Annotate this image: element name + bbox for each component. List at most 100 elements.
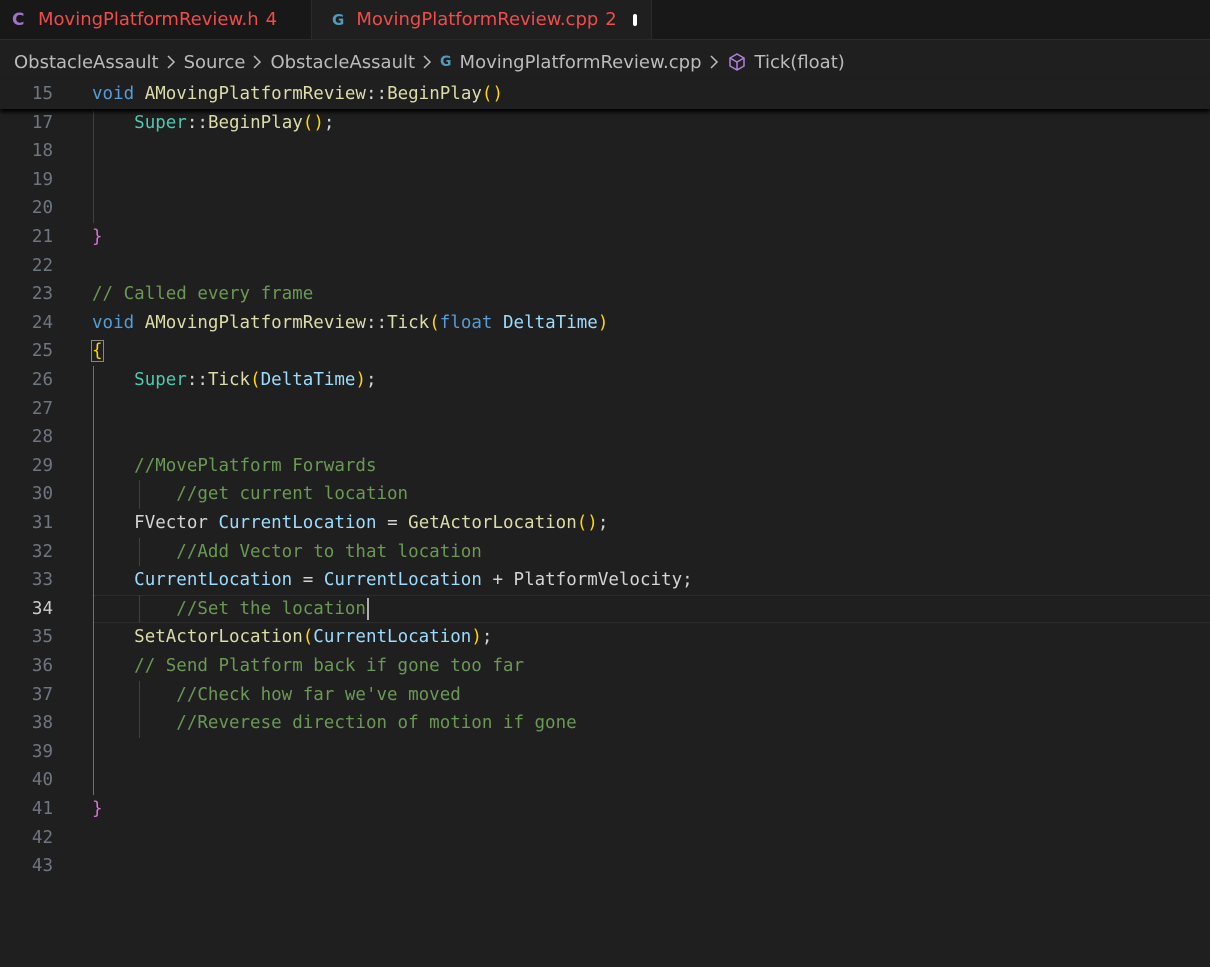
code-text[interactable]: SetActorLocation(CurrentLocation);: [92, 623, 492, 652]
editor-tab-bar: C MovingPlatformReview.h 4 G MovingPlatf…: [0, 0, 1210, 40]
breadcrumb: ObstacleAssault Source ObstacleAssault G…: [0, 40, 1210, 84]
line-number: 29: [31, 455, 53, 476]
code-line[interactable]: 18: [0, 137, 1210, 166]
code-line[interactable]: 41}: [0, 795, 1210, 824]
line-number: 25: [31, 341, 53, 362]
code-text[interactable]: }: [92, 223, 103, 252]
breadcrumb-item[interactable]: MovingPlatformReview.cpp: [460, 52, 702, 73]
code-text[interactable]: void AMovingPlatformReview::Tick(float D…: [92, 309, 608, 338]
code-line[interactable]: 35 SetActorLocation(CurrentLocation);: [0, 623, 1210, 652]
c-file-icon: C: [12, 9, 25, 30]
line-number: 20: [31, 198, 53, 219]
code-line[interactable]: 24 void AMovingPlatformReview::Tick(float…: [0, 309, 1210, 338]
line-number: 15: [31, 84, 53, 104]
code-line[interactable]: 32 //Add Vector to that location: [0, 538, 1210, 567]
chevron-right-icon: [710, 55, 719, 69]
line-number: 19: [31, 169, 53, 190]
indent-guide: [139, 594, 140, 624]
breadcrumb-item[interactable]: Tick(float): [755, 52, 845, 73]
code-line[interactable]: 19: [0, 166, 1210, 195]
line-number: 38: [31, 713, 53, 734]
line-number: 34: [31, 598, 53, 619]
line-number: 40: [31, 770, 53, 791]
code-line[interactable]: 33 CurrentLocation = CurrentLocation + P…: [0, 566, 1210, 595]
code-line[interactable]: 43: [0, 852, 1210, 881]
code-text[interactable]: void AMovingPlatformReview::BeginPlay(): [92, 80, 503, 109]
line-number: 39: [31, 741, 53, 762]
code-text[interactable]: {: [91, 337, 104, 366]
code-line[interactable]: 42: [0, 824, 1210, 853]
chevron-right-icon: [167, 55, 176, 69]
code-text[interactable]: }: [92, 795, 103, 824]
code-text[interactable]: //Add Vector to that location: [92, 538, 482, 567]
code-line[interactable]: 34 //Set the location: [0, 594, 1210, 624]
line-number: 43: [31, 856, 53, 877]
line-number: 32: [31, 541, 53, 562]
line-number: 23: [31, 284, 53, 305]
line-number: 33: [31, 570, 53, 591]
code-text[interactable]: //Reverese direction of motion if gone: [92, 709, 576, 738]
code-text[interactable]: //MovePlatform Forwards: [92, 452, 376, 481]
indent-guide: [93, 366, 94, 795]
line-number: 37: [31, 684, 53, 705]
code-line[interactable]: 31 FVector CurrentLocation = GetActorLoc…: [0, 509, 1210, 538]
indent-guide: [139, 537, 140, 567]
code-line[interactable]: 36 // Send Platform back if gone too far: [0, 652, 1210, 681]
line-number: 28: [31, 427, 53, 448]
code-line[interactable]: 22: [0, 252, 1210, 281]
symbol-method-cube-icon: [727, 52, 747, 72]
line-number: 17: [31, 112, 53, 133]
line-number: 18: [31, 141, 53, 162]
code-editor[interactable]: 15 void AMovingPlatformReview::BeginPlay(…: [0, 80, 1210, 967]
line-number: 42: [31, 827, 53, 848]
code-line[interactable]: 17 Super::BeginPlay();: [0, 109, 1210, 138]
code-text[interactable]: // Send Platform back if gone too far: [92, 652, 524, 681]
line-number: 21: [31, 227, 53, 247]
line-number: 35: [31, 627, 53, 648]
code-text[interactable]: // Called every frame: [92, 280, 313, 309]
code-line[interactable]: 28: [0, 423, 1210, 452]
code-line[interactable]: 37 //Check how far we've moved: [0, 681, 1210, 710]
line-number: 27: [31, 398, 53, 419]
code-text[interactable]: //Set the location: [92, 595, 369, 624]
code-line[interactable]: 20: [0, 194, 1210, 223]
tab-moving-platform-review-h[interactable]: C MovingPlatformReview.h 4: [0, 0, 312, 39]
code-line[interactable]: 27: [0, 395, 1210, 424]
chevron-right-icon: [423, 55, 432, 69]
breadcrumb-item[interactable]: ObstacleAssault: [270, 52, 415, 73]
code-line[interactable]: 15 void AMovingPlatformReview::BeginPlay(…: [0, 80, 1210, 109]
chevron-right-icon: [253, 55, 262, 69]
line-number: 31: [31, 513, 53, 533]
code-text[interactable]: Super::Tick(DeltaTime);: [92, 366, 376, 395]
code-line[interactable]: 39: [0, 738, 1210, 767]
tab-filename: MovingPlatformReview.cpp: [356, 9, 599, 30]
problems-count: 2: [605, 9, 617, 30]
indent-guide: [139, 680, 140, 738]
code-line[interactable]: 26 Super::Tick(DeltaTime);: [0, 366, 1210, 395]
code-text[interactable]: //Check how far we've moved: [92, 681, 460, 710]
code-text[interactable]: CurrentLocation = CurrentLocation + Plat…: [92, 566, 693, 595]
line-number: 26: [31, 370, 53, 390]
text-cursor: [366, 597, 369, 620]
indent-guide: [93, 108, 94, 223]
breadcrumb-item[interactable]: ObstacleAssault: [14, 52, 159, 73]
code-text[interactable]: FVector CurrentLocation = GetActorLocati…: [92, 509, 608, 538]
code-line[interactable]: 29 //MovePlatform Forwards: [0, 452, 1210, 481]
code-line[interactable]: 38 //Reverese direction of motion if gon…: [0, 709, 1210, 738]
line-number: 24: [31, 312, 53, 333]
tab-filename: MovingPlatformReview.h: [38, 9, 259, 30]
line-number: 30: [31, 484, 53, 505]
code-text[interactable]: Super::BeginPlay();: [92, 109, 334, 138]
code-line[interactable]: 23 // Called every frame: [0, 280, 1210, 309]
breadcrumb-item[interactable]: Source: [184, 52, 246, 73]
code-line[interactable]: 40: [0, 766, 1210, 795]
code-line[interactable]: 21}: [0, 223, 1210, 252]
code-line[interactable]: 30 //get current location: [0, 480, 1210, 509]
line-number: 22: [31, 255, 53, 276]
unsaved-dot-icon[interactable]: [632, 13, 637, 26]
line-number: 41: [31, 799, 53, 819]
code-line[interactable]: 25 {: [0, 337, 1210, 366]
tab-moving-platform-review-cpp[interactable]: G MovingPlatformReview.cpp 2: [312, 0, 652, 39]
line-number: 36: [31, 656, 53, 676]
problems-count: 4: [265, 9, 278, 30]
